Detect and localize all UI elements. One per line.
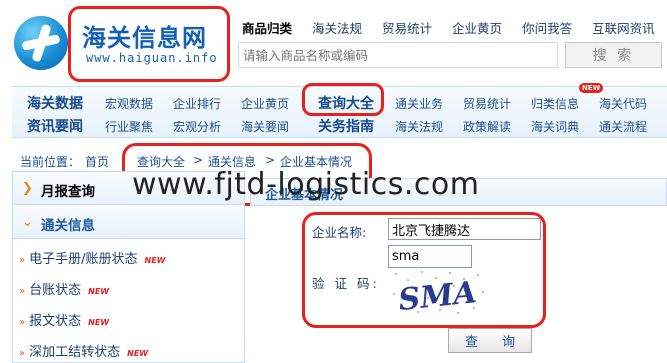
logo-highlight-box [68,6,230,82]
bullet-icon: » [19,348,26,359]
topnav-item-regulations[interactable]: 海关法规 [312,18,362,36]
sidebar-customs-header[interactable]: ⌄ 通关信息 [13,206,244,239]
sidebar-item-processing-status[interactable]: » 深加工结转状态 NEW [19,341,148,360]
nav-item-customs-guide[interactable]: 关务指南 [318,116,374,136]
top-nav: 商品归类 海关法规 贸易统计 企业黄页 你问我答 互联网资讯 [242,18,667,36]
sidebar-item-ledger-status[interactable]: » 台账状态 NEW [19,279,109,298]
bullet-icon: » [19,255,26,266]
sidebar-item-label: 深加工结转状态 [29,345,121,360]
nav-item-customs-code[interactable]: 海关代码 [599,95,647,112]
nav-item-customs-regulations[interactable]: 海关法规 [395,118,443,135]
bullet-icon: » [19,286,26,297]
form-highlight-box [302,212,546,328]
topnav-item-internet-news[interactable]: 互联网资讯 [592,18,655,36]
new-badge: NEW [579,83,604,93]
sidebar-item-message-status[interactable]: » 报文状态 NEW [19,310,109,329]
nav-item-dictionary[interactable]: 海关词典 [531,118,579,135]
sidebar-item-label: 电子手册/账册状态 [29,252,138,267]
sidebar-item-label: 台账状态 [29,283,82,298]
nav-item-clearance[interactable]: 通关业务 [395,95,443,112]
sidebar-item-manual-status[interactable]: » 电子手册/账册状态 NEW [19,248,166,267]
breadcrumb-label: 当前位置： [20,155,81,169]
nav-item-industry-focus[interactable]: 行业聚焦 [105,118,153,135]
nav-item-ranking[interactable]: 企业排行 [173,95,221,112]
topnav-item-yellow-pages[interactable]: 企业黄页 [452,18,502,36]
search-button[interactable]: 搜 索 [565,42,662,68]
nav-item-trade-stats[interactable]: 贸易统计 [463,95,511,112]
topnav-item-classification[interactable]: 商品归类 [242,18,292,36]
chevron-right-icon: ❯ [22,181,33,196]
watermark-text: www.fjtd-logistics.com [132,167,480,202]
logo-icon[interactable] [14,16,68,70]
new-badge: NEW [127,349,149,358]
chevron-down-icon: ⌄ [22,215,33,230]
new-badge: NEW [144,256,166,265]
nav-item-clearance-flow[interactable]: 通关流程 [599,118,647,135]
breadcrumb-home[interactable]: 首页 [85,153,109,170]
sidebar-monthly-label: 月报查询 [41,184,95,200]
sidebar-item-label: 报文状态 [29,314,82,329]
new-badge: NEW [88,318,110,327]
query-button[interactable]: 查 询 [448,328,532,353]
nav-item-yellow-pages[interactable]: 企业黄页 [241,95,289,112]
sidebar-customs-label: 通关信息 [41,218,95,234]
bullet-icon: » [19,317,26,328]
nav-head-news[interactable]: 资讯要闻 [27,116,83,136]
new-badge: NEW [88,287,110,296]
nav-head-customs-data[interactable]: 海关数据 [27,93,83,113]
search-input[interactable] [238,42,558,68]
topnav-item-trade-stats[interactable]: 贸易统计 [382,18,432,36]
nav-item-macro-data[interactable]: 宏观数据 [105,95,153,112]
nav-item-policy[interactable]: 政策解读 [463,118,511,135]
nav-highlight-box [302,83,384,116]
topnav-item-qa[interactable]: 你问我答 [522,18,572,36]
nav-item-customs-news[interactable]: 海关要闻 [241,118,289,135]
nav-item-macro-analysis[interactable]: 宏观分析 [173,118,221,135]
nav-item-classification-info[interactable]: 归类信息 [531,95,579,112]
